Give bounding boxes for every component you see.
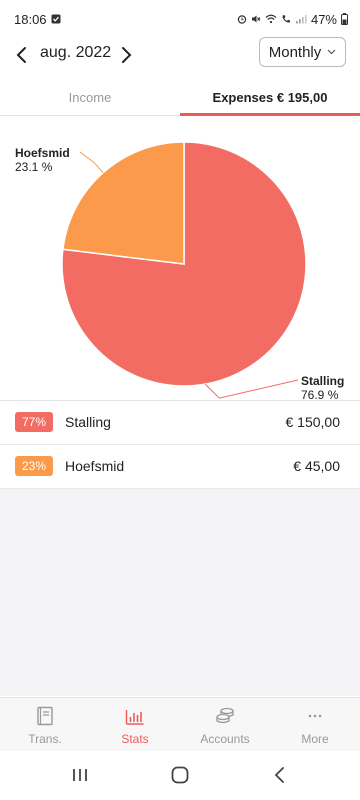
pie-label-stalling: Stalling 76.9 % bbox=[301, 374, 344, 402]
month-label: aug. 2022 bbox=[40, 44, 112, 61]
status-time: 18:06 bbox=[14, 11, 47, 27]
category-name: Stalling bbox=[65, 414, 111, 430]
chevron-down-icon bbox=[327, 49, 336, 55]
pie-leader-stalling bbox=[204, 379, 299, 399]
period-dropdown-label: Monthly bbox=[268, 43, 322, 61]
pie-leader-hoefsmid bbox=[79, 151, 104, 174]
period-dropdown[interactable]: Monthly bbox=[259, 37, 346, 67]
book-icon bbox=[37, 706, 53, 726]
chevron-right-icon[interactable] bbox=[116, 43, 136, 67]
nav-stats[interactable]: Stats bbox=[90, 698, 180, 752]
pie-slice-hoefsmid[interactable] bbox=[62, 141, 185, 265]
category-amount: € 45,00 bbox=[293, 458, 340, 474]
tab-income[interactable]: Income bbox=[0, 78, 180, 116]
alarm-icon bbox=[237, 15, 247, 24]
coins-icon bbox=[216, 707, 234, 724]
nav-more-label: More bbox=[301, 732, 329, 746]
nav-trans[interactable]: Trans. bbox=[0, 698, 90, 752]
list-item-stalling[interactable]: 77% Stalling € 150,00 bbox=[0, 401, 360, 445]
more-dots-icon bbox=[308, 714, 322, 718]
pie-label-hoefsmid: Hoefsmid 23.1 % bbox=[15, 146, 70, 174]
mute-icon bbox=[251, 15, 261, 23]
nav-accounts[interactable]: Accounts bbox=[180, 698, 270, 752]
list-item-hoefsmid[interactable]: 23% Hoefsmid € 45,00 bbox=[0, 445, 360, 489]
category-name: Hoefsmid bbox=[65, 458, 125, 474]
back-icon[interactable] bbox=[268, 765, 292, 785]
active-tab-indicator bbox=[180, 113, 360, 116]
home-icon[interactable] bbox=[168, 765, 192, 785]
nav-accounts-label: Accounts bbox=[200, 732, 250, 746]
nav-stats-label: Stats bbox=[121, 732, 149, 746]
bottom-navigation: Trans. Stats Accounts More bbox=[0, 697, 360, 751]
category-amount: € 150,00 bbox=[285, 414, 341, 430]
tab-expenses[interactable]: Expenses € 195,00 bbox=[180, 78, 360, 116]
percent-badge: 77% bbox=[15, 412, 53, 432]
signal-icon bbox=[295, 15, 307, 24]
pie-label-hoefsmid-percent: 23.1 % bbox=[15, 160, 53, 174]
pie-label-hoefsmid-name: Hoefsmid bbox=[15, 146, 70, 160]
income-expense-tabs: Income Expenses € 195,00 bbox=[0, 78, 360, 116]
battery-percent: 47% bbox=[310, 11, 337, 27]
wifi-icon bbox=[265, 14, 277, 24]
nav-trans-label: Trans. bbox=[28, 732, 62, 746]
download-notification-icon bbox=[51, 14, 61, 24]
call-icon bbox=[282, 15, 290, 23]
battery-icon bbox=[341, 13, 348, 25]
recent-apps-icon[interactable] bbox=[68, 765, 92, 785]
pie-label-stalling-name: Stalling bbox=[301, 374, 345, 388]
nav-more[interactable]: More bbox=[270, 698, 360, 752]
period-bar: aug. 2022 Monthly bbox=[0, 37, 360, 72]
bar-chart-icon bbox=[125, 710, 144, 725]
system-navigation bbox=[0, 751, 360, 800]
percent-badge: 23% bbox=[15, 456, 53, 476]
expense-pie-chart: Hoefsmid 23.1 % Stalling 76.9 % bbox=[0, 118, 360, 402]
category-list: 77% Stalling € 150,00 23% Hoefsmid € 45,… bbox=[0, 400, 360, 696]
chevron-left-icon[interactable] bbox=[12, 43, 32, 67]
status-bar: 18:06 47% bbox=[0, 0, 360, 38]
